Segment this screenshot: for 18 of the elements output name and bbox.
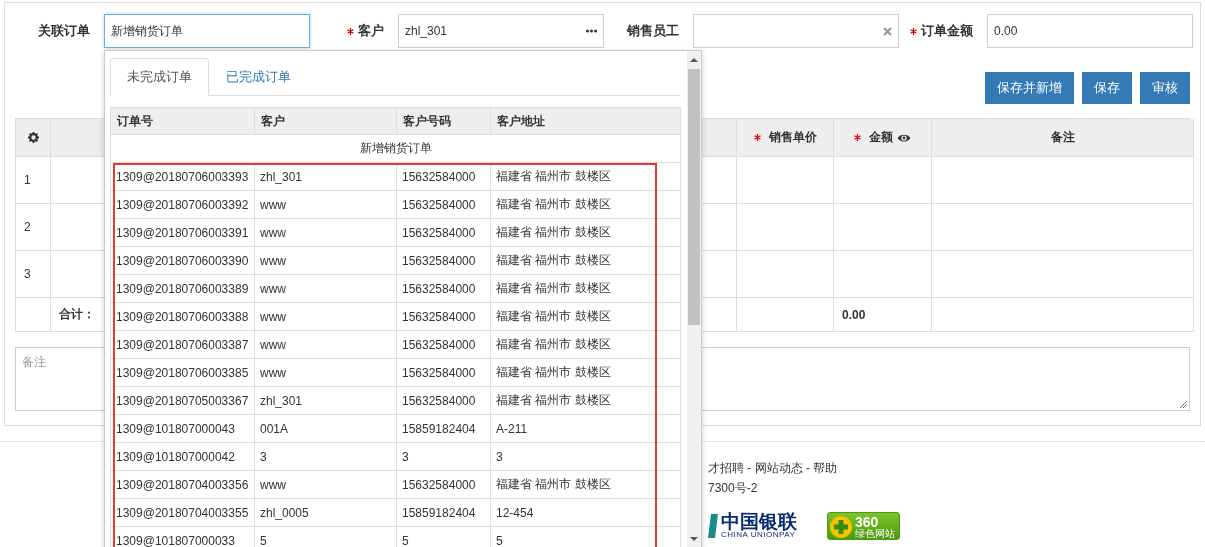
column-header: 客户 (255, 107, 397, 135)
field-label: 销售员工 (627, 23, 679, 38)
column-header: 金额 (834, 119, 932, 157)
row-number: 3 (16, 251, 51, 298)
field-label: 客户 (358, 23, 384, 38)
column-header: 销售单价 (737, 119, 834, 157)
site-badge: 360 绿色网站 (827, 512, 900, 540)
license-text: 7300号-2 (708, 480, 759, 497)
field-label: 关联订单 (38, 23, 90, 38)
column-header: 订单号 (111, 107, 255, 135)
total-amount: 0.00 (834, 298, 932, 332)
column-header: 备注 (932, 119, 1194, 157)
field-label: 订单金额 (921, 23, 973, 38)
unionpay-logo: 中国银联 CHINA UNIONPAY (708, 512, 797, 539)
column-header: 客户号码 (397, 107, 491, 135)
row-number: 2 (16, 204, 51, 251)
row-number: 1 (16, 157, 51, 204)
column-header: 客户地址 (491, 107, 681, 135)
